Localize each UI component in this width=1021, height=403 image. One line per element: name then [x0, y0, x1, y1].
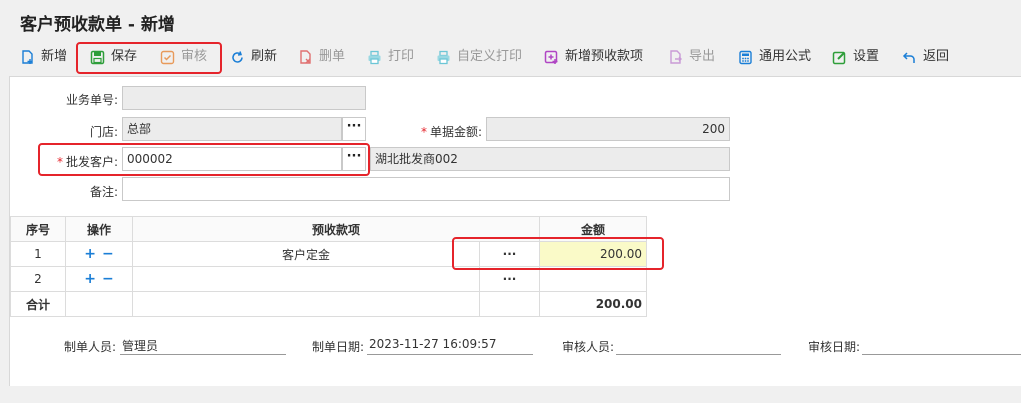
toolbar-highlight-box: [76, 42, 222, 74]
new-button[interactable]: 新增: [20, 46, 67, 68]
new-prepay-item-button[interactable]: 新增预收款项: [544, 46, 643, 68]
toolbar: 新增 保存 审核 刷新 删单 打印 自定义打印 新增预收款项 导出 通用公式 设…: [10, 40, 1021, 74]
store-label: 门店:: [89, 125, 118, 139]
remark-label: 备注:: [89, 185, 118, 199]
total-amount: 200.00: [539, 291, 647, 317]
remove-row-icon[interactable]: −: [102, 271, 114, 287]
biz-no-label: 业务单号:: [65, 93, 118, 107]
biz-no-field[interactable]: [122, 86, 366, 110]
printer-icon: [367, 50, 382, 65]
customer-name-field: 湖北批发商002: [370, 147, 730, 171]
doc-amount-field[interactable]: 200: [486, 117, 730, 141]
maker-value: 管理员: [120, 337, 286, 355]
add-row-icon[interactable]: +: [84, 271, 96, 287]
table-row: 2 + − ···: [10, 266, 647, 292]
printer-icon: [436, 50, 451, 65]
store-picker-button[interactable]: ···: [342, 117, 366, 141]
add-item-icon: [544, 50, 559, 65]
back-button[interactable]: 返回: [902, 46, 949, 68]
row-item-cell[interactable]: [132, 266, 480, 292]
table-total-row: 合计 200.00: [10, 291, 647, 317]
remove-row-icon[interactable]: −: [102, 246, 114, 262]
custom-print-button[interactable]: 自定义打印: [436, 46, 522, 68]
back-arrow-icon: [902, 50, 917, 65]
row-amount-cell[interactable]: [539, 266, 647, 292]
audit-date-label: 审核日期:: [808, 340, 861, 354]
export-button[interactable]: 导出: [668, 46, 715, 68]
row-item-cell[interactable]: 客户定金: [132, 241, 480, 267]
audit-date-value: [862, 337, 1021, 355]
auditor-value: [616, 337, 781, 355]
auditor-label: 审核人员:: [562, 340, 615, 354]
row-ops: + −: [65, 266, 133, 292]
customer-highlight-box: [38, 143, 370, 176]
row-seq: 1: [10, 241, 66, 267]
calculator-icon: [738, 50, 753, 65]
make-date-label: 制单日期:: [312, 340, 365, 354]
header-seq: 序号: [10, 216, 66, 242]
header-op: 操作: [65, 216, 133, 242]
add-row-icon[interactable]: +: [84, 246, 96, 262]
settings-button[interactable]: 设置: [832, 46, 879, 68]
refresh-icon: [230, 50, 245, 65]
amount-highlight-box: [452, 237, 664, 270]
common-formula-button[interactable]: 通用公式: [738, 46, 811, 68]
page-title: 客户预收款单 - 新增: [20, 15, 175, 35]
row-seq: 2: [10, 266, 66, 292]
amount-label: * 单据金额:: [420, 125, 482, 139]
print-button[interactable]: 打印: [367, 46, 414, 68]
maker-label: 制单人员:: [64, 340, 117, 354]
delete-button[interactable]: 删单: [298, 46, 345, 68]
new-doc-icon: [20, 49, 35, 65]
refresh-button[interactable]: 刷新: [230, 46, 277, 68]
export-icon: [668, 49, 683, 65]
remark-input[interactable]: [122, 177, 730, 201]
delete-doc-icon: [298, 49, 313, 65]
row-item-picker-button[interactable]: ···: [479, 266, 540, 292]
row-ops: + −: [65, 241, 133, 267]
total-label: 合计: [10, 291, 66, 317]
store-field[interactable]: 总部: [122, 117, 342, 141]
make-date-value: 2023-11-27 16:09:57: [367, 337, 533, 355]
edit-settings-icon: [832, 50, 847, 65]
